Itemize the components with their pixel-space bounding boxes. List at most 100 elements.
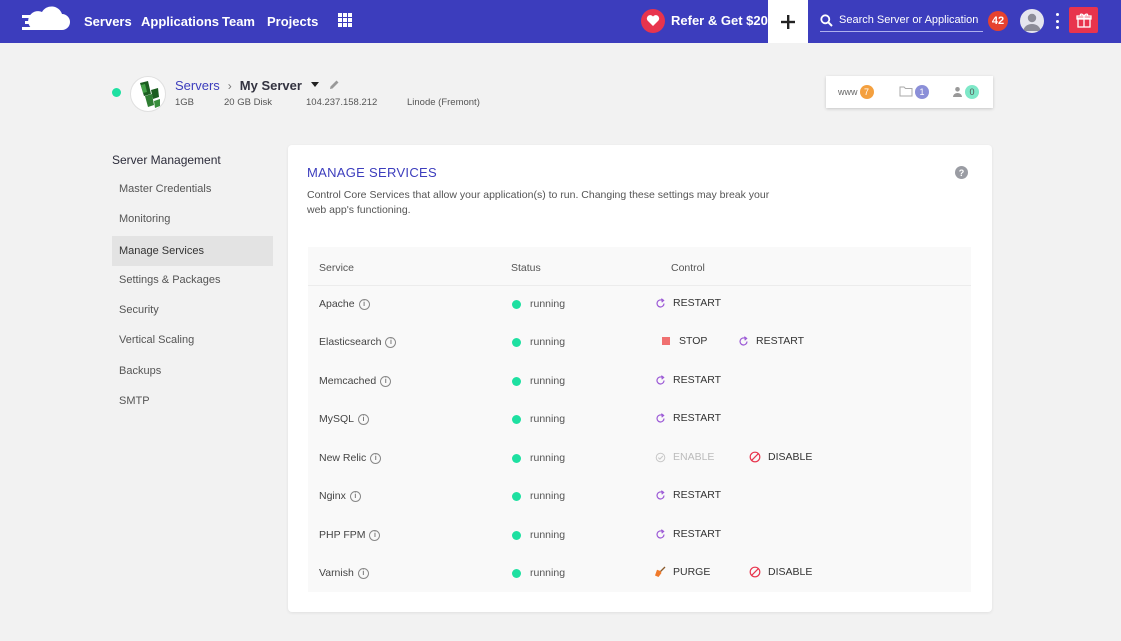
info-icon[interactable]: i <box>369 529 381 541</box>
running-status-dot <box>512 337 521 347</box>
team-count-badge: 0 <box>965 85 979 99</box>
sidebar-item-monitoring[interactable]: Monitoring <box>112 204 273 234</box>
table-row: Varnish i running PURGE DISABLE <box>308 555 971 593</box>
services-table: Service Status Control Apache i running R… <box>308 247 971 592</box>
info-icon[interactable]: i <box>370 452 382 464</box>
status-label: running <box>530 529 566 541</box>
table-row: Apache i running RESTART <box>308 286 971 324</box>
table-row: Nginx i running RESTART <box>308 478 971 516</box>
more-menu-icon[interactable] <box>1054 13 1060 29</box>
running-status-dot <box>512 414 521 424</box>
pencil-icon[interactable] <box>329 78 340 93</box>
purge-button[interactable]: PURGE <box>654 566 710 578</box>
service-status: running <box>512 452 565 464</box>
restart-button[interactable]: RESTART <box>654 528 721 540</box>
running-status-dot <box>512 376 521 386</box>
info-icon[interactable]: i <box>358 298 370 310</box>
info-icon[interactable]: i <box>357 567 369 579</box>
chevron-right-icon: › <box>227 78 232 93</box>
service-name: MySQL i <box>319 413 370 425</box>
breadcrumb: Servers › My Server <box>175 78 340 93</box>
disable-icon <box>749 566 761 578</box>
service-status: running <box>512 490 565 502</box>
info-icon[interactable]: i <box>380 375 392 387</box>
restart-icon <box>654 489 666 501</box>
disable-icon <box>749 451 761 463</box>
service-label: New Relic <box>319 452 367 464</box>
control-label: RESTART <box>673 297 722 309</box>
service-status: running <box>512 529 565 541</box>
service-name: Nginx i <box>319 490 361 502</box>
restart-icon <box>654 412 666 424</box>
restart-button[interactable]: RESTART <box>737 335 804 347</box>
restart-button[interactable]: RESTART <box>654 297 721 309</box>
service-name: Apache i <box>319 298 370 310</box>
status-label: running <box>530 490 566 502</box>
status-label: running <box>530 567 566 579</box>
sidebar-item-manage-services[interactable]: Manage Services <box>112 236 273 266</box>
apps-grid-icon[interactable] <box>338 13 352 27</box>
www-label: www <box>838 87 858 97</box>
table-row: PHP FPM i running RESTART <box>308 517 971 555</box>
apps-count-stat[interactable]: www 7 <box>838 85 874 99</box>
sidebar-item-backups[interactable]: Backups <box>112 356 273 386</box>
refer-button[interactable]: Refer & Get $20 <box>641 7 768 34</box>
nav-applications-link[interactable]: Applications <box>141 14 219 29</box>
add-button[interactable] <box>768 0 808 43</box>
service-status: running <box>512 567 565 579</box>
sidebar-item-vertical-scaling[interactable]: Vertical Scaling <box>112 325 273 355</box>
service-status: running <box>512 413 565 425</box>
info-icon[interactable]: i <box>385 336 397 348</box>
enable-button[interactable]: ENABLE <box>654 451 714 463</box>
running-status-dot <box>512 299 521 309</box>
nav-projects-link[interactable]: Projects <box>267 14 318 29</box>
gift-button[interactable] <box>1069 7 1098 33</box>
user-avatar[interactable] <box>1020 9 1044 33</box>
folder-icon <box>899 86 913 99</box>
control-label: DISABLE <box>768 566 813 578</box>
breadcrumb-servers-link[interactable]: Servers <box>175 78 220 93</box>
running-status-dot <box>512 530 521 540</box>
service-name: New Relic i <box>319 452 382 464</box>
status-label: running <box>530 413 566 425</box>
status-label: running <box>530 336 566 348</box>
disable-button[interactable]: DISABLE <box>749 451 812 463</box>
sidebar-item-master-credentials[interactable]: Master Credentials <box>112 174 273 204</box>
restart-button[interactable]: RESTART <box>654 412 721 424</box>
table-row: Memcached i running RESTART <box>308 363 971 401</box>
server-disk: 20 GB Disk <box>224 97 273 108</box>
control-label: ENABLE <box>673 451 715 463</box>
notification-badge[interactable]: 42 <box>988 11 1008 31</box>
sidebar-item-security[interactable]: Security <box>112 295 273 325</box>
service-name: PHP FPM i <box>319 529 381 541</box>
nav-team-link[interactable]: Team <box>222 14 255 29</box>
projects-count-stat[interactable]: 1 <box>899 85 929 99</box>
info-icon[interactable]: i <box>349 490 361 502</box>
team-count-stat[interactable]: 0 <box>952 85 979 99</box>
cloudways-logo-icon[interactable] <box>20 6 70 36</box>
disable-button[interactable]: DISABLE <box>749 566 812 578</box>
search-input[interactable] <box>839 14 981 26</box>
caret-down-icon[interactable] <box>310 81 319 87</box>
service-label: MySQL <box>319 413 355 425</box>
sidebar-item-settings-packages[interactable]: Settings & Packages <box>112 265 273 295</box>
purge-icon <box>654 566 666 578</box>
server-stats-card: www 7 1 0 <box>826 76 993 108</box>
control-label: RESTART <box>673 374 722 386</box>
linode-logo-icon <box>130 76 166 112</box>
help-icon[interactable]: ? <box>955 166 968 179</box>
restart-button[interactable]: RESTART <box>654 374 721 386</box>
nav-servers-link[interactable]: Servers <box>84 14 132 29</box>
stop-icon <box>660 335 672 347</box>
info-icon[interactable]: i <box>358 413 370 425</box>
running-status-dot <box>512 491 521 501</box>
restart-button[interactable]: RESTART <box>654 489 721 501</box>
plus-icon <box>781 14 795 29</box>
sidebar-item-smtp[interactable]: SMTP <box>112 386 273 416</box>
service-status: running <box>512 375 565 387</box>
refer-label: Refer & Get $20 <box>671 13 768 28</box>
status-label: running <box>530 375 566 387</box>
gift-icon <box>1075 13 1092 28</box>
heart-icon <box>641 8 665 33</box>
stop-button[interactable]: STOP <box>660 335 707 347</box>
